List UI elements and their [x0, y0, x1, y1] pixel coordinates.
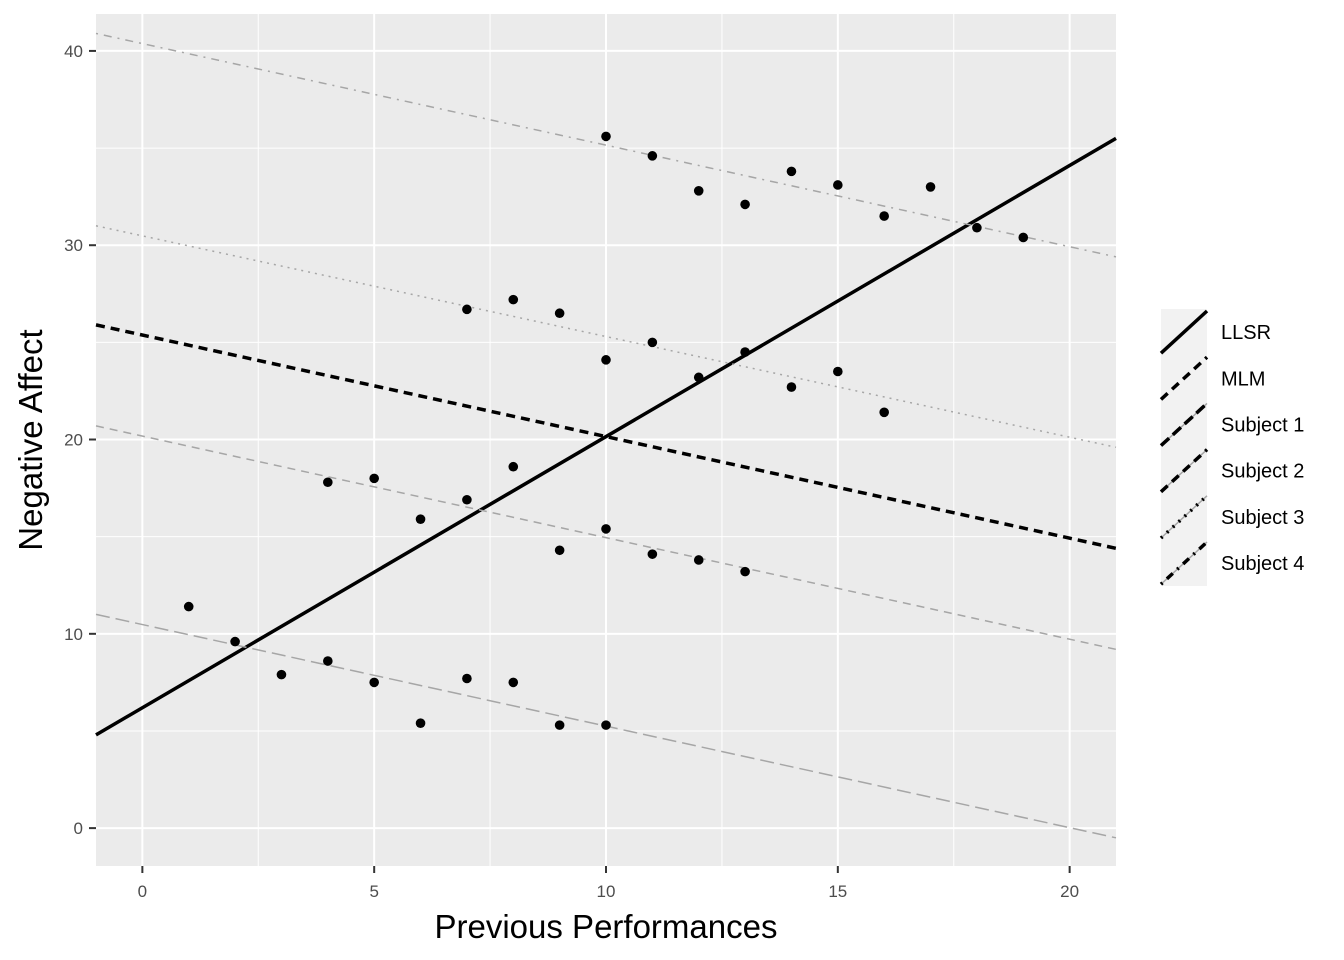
data-point	[462, 494, 472, 505]
data-point	[833, 366, 843, 377]
y-axis: 0 10 20 30 40	[64, 42, 96, 838]
data-point	[879, 211, 889, 221]
legend-label: Subject 1	[1221, 415, 1304, 437]
data-point	[508, 294, 519, 305]
data-point	[230, 636, 240, 647]
x-tick-label: 20	[1060, 882, 1079, 901]
data-point	[833, 180, 843, 190]
y-tick-label: 30	[64, 236, 83, 255]
x-axis-title: Previous Performances	[435, 908, 778, 945]
data-point	[554, 545, 565, 556]
data-point	[786, 382, 797, 392]
data-point	[508, 677, 519, 688]
data-point	[647, 337, 658, 348]
data-point	[740, 347, 750, 357]
data-point	[693, 186, 704, 196]
legend-label: LLSR	[1221, 322, 1271, 344]
data-point	[740, 566, 750, 577]
data-point	[369, 473, 379, 484]
data-point	[786, 166, 797, 177]
y-tick-label: 10	[64, 625, 83, 644]
data-point	[647, 151, 658, 161]
x-tick-label: 15	[828, 882, 847, 901]
data-point	[276, 669, 287, 680]
y-axis-title: Negative Affect	[12, 329, 49, 550]
x-tick-label: 0	[138, 882, 147, 901]
data-point	[601, 524, 611, 534]
data-point	[972, 222, 982, 233]
chart: 0 5 10 15 20 0 10 20 30 40 Previous Performances…	[12, 14, 1304, 945]
data-point	[879, 407, 889, 418]
data-point	[183, 601, 194, 612]
data-point	[554, 308, 565, 319]
x-axis: 0 5 10 15 20	[138, 866, 1079, 901]
data-point	[693, 372, 704, 383]
data-point	[508, 461, 519, 472]
y-tick-label: 40	[64, 42, 83, 61]
x-tick-label: 10	[597, 882, 616, 901]
legend-label: Subject 2	[1221, 461, 1304, 483]
legend-label: Subject 4	[1221, 553, 1304, 575]
data-point	[323, 656, 333, 666]
legend-key-background	[1161, 309, 1207, 586]
data-point	[740, 199, 750, 210]
x-tick-label: 5	[369, 882, 378, 901]
data-point	[369, 677, 379, 688]
data-point	[601, 131, 611, 142]
data-point	[323, 477, 333, 488]
data-point	[554, 720, 565, 730]
data-point	[925, 182, 936, 192]
legend-label: Subject 3	[1221, 507, 1304, 529]
y-tick-label: 20	[64, 431, 83, 450]
data-point	[601, 720, 611, 730]
data-point	[1018, 232, 1029, 243]
data-point	[647, 549, 658, 559]
data-point	[415, 514, 426, 524]
legend: LLSR MLM Subject 1 Subject 2 Subject 3 Subjec…	[1159, 309, 1304, 586]
data-point	[601, 355, 611, 365]
data-point	[415, 718, 426, 728]
legend-label: MLM	[1221, 368, 1265, 390]
data-point	[462, 673, 472, 684]
y-tick-label: 0	[74, 819, 83, 838]
data-point	[462, 304, 472, 315]
data-point	[693, 555, 704, 565]
